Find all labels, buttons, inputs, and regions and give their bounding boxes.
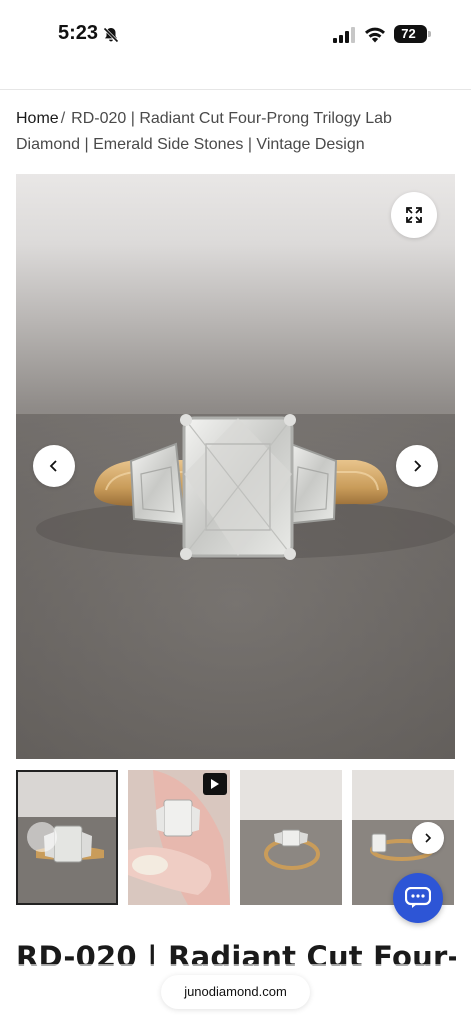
ring-photo bbox=[16, 414, 455, 759]
status-time: 5:23 bbox=[58, 22, 99, 44]
product-title: RD-020 | Radiant Cut Four-Prong bbox=[16, 940, 456, 966]
breadcrumb-separator: / bbox=[60, 110, 66, 127]
play-icon bbox=[211, 779, 219, 789]
bell-off-icon bbox=[103, 27, 119, 43]
chevron-right-icon bbox=[414, 460, 422, 472]
thumbnail-next-button[interactable] bbox=[412, 822, 444, 854]
breadcrumb: Home / RD-020 | Radiant Cut Four-Prong Tri… bbox=[16, 106, 456, 158]
thumbnail-prev-button[interactable] bbox=[27, 822, 57, 852]
signal-icon bbox=[333, 27, 355, 43]
battery-tip bbox=[428, 31, 431, 37]
header-divider bbox=[0, 89, 471, 90]
wifi-icon bbox=[365, 27, 385, 43]
breadcrumb-home-link[interactable]: Home bbox=[16, 110, 59, 127]
gallery-prev-button[interactable] bbox=[33, 445, 75, 487]
battery-level: 72 bbox=[401, 26, 416, 41]
expand-icon bbox=[406, 207, 422, 223]
thumbnail-3[interactable] bbox=[240, 770, 342, 905]
thumbnail-image bbox=[240, 770, 342, 905]
expand-button[interactable] bbox=[391, 192, 437, 238]
chevron-left-icon bbox=[49, 460, 57, 472]
chat-icon bbox=[405, 887, 431, 908]
gallery-next-button[interactable] bbox=[396, 445, 438, 487]
video-play-badge bbox=[203, 773, 227, 795]
product-main-image[interactable] bbox=[16, 174, 455, 759]
chat-button[interactable] bbox=[393, 873, 443, 923]
chevron-right-icon bbox=[425, 833, 432, 843]
breadcrumb-current: RD-020 | Radiant Cut Four-Prong Trilogy … bbox=[16, 110, 392, 153]
status-bar: 5:23 72 bbox=[0, 0, 471, 62]
url-pill[interactable]: junodiamond.com bbox=[161, 975, 310, 1009]
